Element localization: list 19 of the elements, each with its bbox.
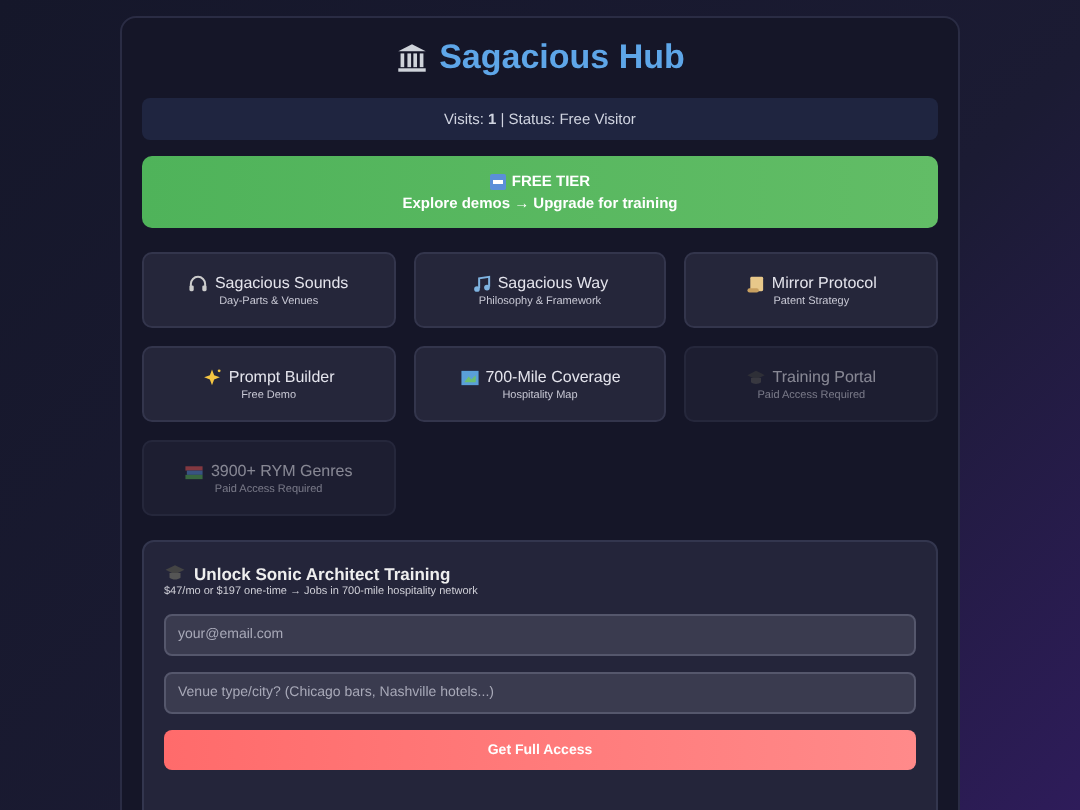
sparkles-icon xyxy=(202,367,223,387)
graduation-cap-icon xyxy=(746,367,767,387)
tile-title: 700-Mile Coverage xyxy=(485,368,621,386)
app-title: Sagacious Hub xyxy=(439,38,685,78)
tile-title: 3900+ RYM Genres xyxy=(210,462,353,480)
free-badge-icon xyxy=(489,173,506,189)
tile-title: Sagacious Sounds xyxy=(214,274,349,292)
tile-title: Prompt Builder xyxy=(228,368,335,386)
map-icon xyxy=(459,367,480,387)
signup-title: Unlock Sonic Architect Training xyxy=(194,563,451,583)
books-icon xyxy=(184,461,205,481)
tile-title: Mirror Protocol xyxy=(771,274,877,292)
music-note-icon xyxy=(471,273,492,293)
scroll-icon xyxy=(745,273,766,293)
graduation-cap-icon xyxy=(164,562,186,584)
bank-building-icon xyxy=(395,42,428,74)
headphones-icon xyxy=(188,273,209,293)
tile-title: Sagacious Way xyxy=(497,274,609,292)
tile-title: Training Portal xyxy=(772,368,877,386)
